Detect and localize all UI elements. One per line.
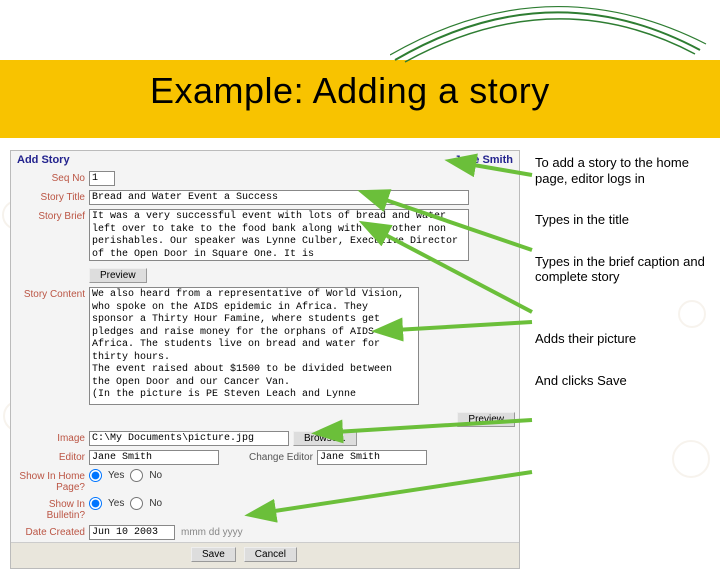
label-story-brief: Story Brief <box>15 209 85 222</box>
show-bulletin-yes-radio[interactable] <box>89 497 102 510</box>
browse-button[interactable]: Browse... <box>293 431 357 446</box>
slide-title: Example: Adding a story <box>150 70 550 112</box>
note-title: Types in the title <box>535 212 710 228</box>
label-change-editor: Change Editor <box>249 452 313 463</box>
label-show-home: Show In Home Page? <box>15 469 85 493</box>
instruction-notes: To add a story to the home page, editor … <box>535 155 710 414</box>
preview-brief-button[interactable]: Preview <box>89 268 147 283</box>
title-band: Example: Adding a story <box>0 60 720 138</box>
add-story-form: Add Story Jane Smith Seq No Story Title … <box>10 150 520 569</box>
date-hint: mmm dd yyyy <box>181 527 243 538</box>
story-title-input[interactable] <box>89 190 469 205</box>
radio-yes-label: Yes <box>108 470 124 481</box>
story-content-input[interactable]: We also heard from a representative of W… <box>89 287 419 405</box>
current-user: Jane Smith <box>454 154 513 166</box>
preview-content-button[interactable]: Preview <box>457 412 515 427</box>
note-picture: Adds their picture <box>535 331 710 347</box>
show-bulletin-no-radio[interactable] <box>130 497 143 510</box>
label-story-content: Story Content <box>15 287 85 300</box>
editor-input[interactable] <box>89 450 219 465</box>
note-save: And clicks Save <box>535 373 710 389</box>
note-brief: Types in the brief caption and complete … <box>535 254 710 285</box>
show-home-no-radio[interactable] <box>130 469 143 482</box>
label-editor: Editor <box>15 450 85 463</box>
story-brief-input[interactable]: It was a very successful event with lots… <box>89 209 469 261</box>
note-login: To add a story to the home page, editor … <box>535 155 710 186</box>
label-story-title: Story Title <box>15 190 85 203</box>
swoosh-ornament <box>390 0 710 70</box>
change-editor-input[interactable] <box>317 450 427 465</box>
seq-no-input[interactable] <box>89 171 115 186</box>
cancel-button[interactable]: Cancel <box>244 547 297 562</box>
label-image: Image <box>15 431 85 444</box>
label-show-bulletin: Show In Bulletin? <box>15 497 85 521</box>
label-date-created: Date Created <box>15 525 85 538</box>
form-screenshot: Add Story Jane Smith Seq No Story Title … <box>10 150 520 530</box>
form-heading: Add Story <box>17 154 70 166</box>
date-created-input[interactable] <box>89 525 175 540</box>
show-home-yes-radio[interactable] <box>89 469 102 482</box>
radio-no-label: No <box>149 470 162 481</box>
save-button[interactable]: Save <box>191 547 236 562</box>
image-path-input[interactable] <box>89 431 289 446</box>
radio-no-label-2: No <box>149 498 162 509</box>
radio-yes-label-2: Yes <box>108 498 124 509</box>
label-seq-no: Seq No <box>15 171 85 184</box>
